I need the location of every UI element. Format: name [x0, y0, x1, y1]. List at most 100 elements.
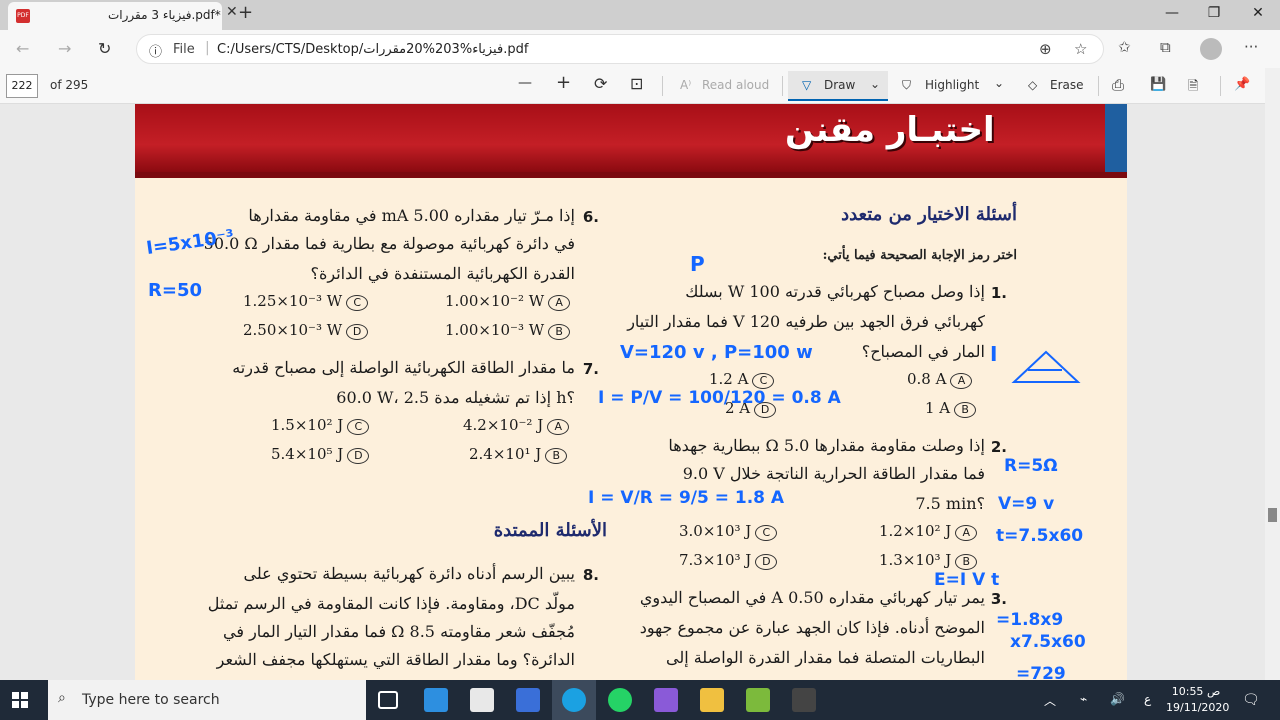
clock-time: 10:55 ص [1171, 685, 1221, 698]
refresh-button[interactable]: ↻ [98, 39, 111, 58]
q7-option-b: 2.4×10¹ JB [469, 445, 568, 464]
tab-close-icon[interactable]: ✕ [226, 4, 238, 20]
q2-number: 2. [990, 438, 1007, 456]
back-button[interactable]: ← [16, 39, 29, 58]
q7-option-c: 1.5×10² JC [271, 416, 370, 435]
edge-taskbar-button[interactable] [552, 680, 596, 720]
q7-option-d: 5.4×10⁵ JD [271, 445, 370, 464]
ink-note-q1-solution: I = P/V = 100/120 = 0.8 A [598, 388, 841, 408]
whatsapp-icon[interactable] [608, 688, 632, 712]
highlighter-icon[interactable]: ⛉ [902, 78, 911, 93]
close-window-button[interactable]: ✕ [1248, 5, 1268, 21]
language-indicator[interactable]: ع [1144, 692, 1151, 706]
q1-option-b: 1 AB [925, 399, 977, 418]
clock[interactable]: 10:55 ص 19/11/2020 [1166, 684, 1230, 716]
q2-option-a: 1.2×10² JA [879, 522, 978, 541]
favorite-star-icon[interactable]: ☆ [1074, 40, 1087, 58]
q2-option-b: 1.3×10³ JB [879, 551, 978, 570]
save-icon[interactable]: 💾 [1150, 77, 1166, 92]
new-tab-button[interactable]: + [238, 2, 253, 23]
mail-icon[interactable] [424, 688, 448, 712]
tab-title: فيزياء 3 مقررات.pdf* [108, 8, 221, 22]
section-heading-mc: أسئلة الاختيار من متعدد [841, 204, 1017, 225]
zoom-out-button[interactable]: — [518, 75, 532, 91]
address-bar-row: ← → ↻ ⓘ File | C:/Users/CTS/Desktop/فيزي… [0, 30, 1280, 68]
toolbar-divider [662, 76, 663, 96]
collections-icon[interactable]: ⧉ [1160, 38, 1171, 56]
toolbar-divider [782, 76, 783, 96]
q6-line1: إذا مـرّ تيار مقداره 5.00 mA في مقاومة م… [248, 206, 575, 225]
erase-button[interactable]: Erase [1050, 78, 1084, 92]
q6-option-c: 1.25×10⁻³ WC [243, 292, 369, 311]
read-aloud-button[interactable]: Read aloud [702, 78, 769, 92]
file-explorer-icon[interactable] [700, 688, 724, 712]
volume-icon[interactable]: 🔊 [1110, 692, 1125, 706]
vertical-scrollbar[interactable] [1265, 68, 1280, 680]
pin-icon[interactable]: 📌 [1234, 77, 1250, 92]
q1-line1: إذا وصل مصباح كهربائي قدرته 100 W بسلك [685, 282, 985, 301]
address-bar[interactable]: ⓘ File | C:/Users/CTS/Desktop/فيزياء%203… [136, 34, 1104, 64]
draw-button[interactable]: ▽ Draw ⌄ [788, 71, 888, 101]
q3-line3: البطاريات المتصلة فما مقدار القدرة الواص… [665, 648, 985, 667]
zoom-in-button[interactable]: + [556, 72, 571, 93]
q3-line2: الموضح أدناه. فإذا كان الجهد عبارة عن مج… [639, 618, 985, 637]
q2-line3: 7.5 min؟ [915, 494, 985, 513]
app-icon-dark[interactable] [792, 688, 816, 712]
taskbar: ⌕ Type here to search ︿ ⌁ 🔊 ع 10:55 ص 19… [0, 680, 1280, 720]
print-icon[interactable]: ⎙ [1112, 76, 1124, 94]
ink-note-r5: R=5Ω [1004, 456, 1058, 476]
pdf-viewer[interactable]: اختبـار مقنن أسئلة الاختيار من متعدد اخت… [0, 104, 1265, 680]
minimize-button[interactable]: — [1162, 5, 1182, 21]
ink-note-v9: V=9 v [998, 494, 1055, 514]
q1-line2: كهربائي فرق الجهد بين طرفيه 120 V فما مق… [627, 312, 985, 331]
scrollbar-thumb[interactable] [1268, 508, 1277, 522]
q1-number: 1. [990, 284, 1007, 302]
q2-option-d: 7.3×10³ JD [679, 551, 778, 570]
notifications-icon[interactable]: 🗨 [1242, 692, 1260, 708]
zoom-icon[interactable]: ⊕ [1039, 40, 1052, 58]
save-as-icon[interactable]: 🗎 [1188, 77, 1198, 99]
taskbar-search[interactable]: ⌕ Type here to search [48, 680, 366, 720]
q7-line1: ما مقدار الطاقة الكهربائية الواصلة إلى م… [232, 358, 575, 377]
site-info-icon[interactable]: ⓘ [149, 41, 162, 60]
chevron-down-icon[interactable]: ⌄ [870, 77, 880, 91]
forward-button[interactable]: → [58, 39, 71, 58]
q3-line1: يمر تيار كهربائي مقداره 0.50 A في المصبا… [639, 588, 985, 607]
q6-number: 6. [582, 208, 599, 226]
eraser-icon[interactable]: ◇ [1028, 78, 1037, 92]
q6-line2: 50.0 Ω في دائرة كهربائية موصولة مع بطاري… [203, 234, 575, 253]
rotate-icon[interactable]: ⟳ [594, 74, 607, 93]
ink-note-calc2: x7.5x60 [1010, 632, 1086, 652]
favorites-icon[interactable]: ✩ [1118, 38, 1131, 56]
app-icon-green[interactable] [746, 688, 770, 712]
ink-note-i: I [990, 342, 998, 366]
app-icon[interactable] [654, 688, 678, 712]
page-number-input[interactable]: 222 [6, 74, 38, 98]
ink-note-calc1: =1.8x9 [996, 610, 1064, 630]
maximize-button[interactable]: ❐ [1204, 5, 1224, 21]
task-view-icon[interactable] [378, 691, 398, 709]
profile-avatar-icon[interactable] [1200, 38, 1222, 60]
store-icon[interactable] [470, 688, 494, 712]
outlook-icon[interactable] [516, 688, 540, 712]
highlight-button[interactable]: Highlight [925, 78, 979, 92]
windows-start-icon[interactable] [12, 692, 28, 708]
toolbar-divider [1220, 76, 1221, 96]
url-text[interactable]: C:/Users/CTS/Desktop/فيزياء%203%20مقررات… [217, 42, 528, 57]
read-aloud-icon[interactable]: A⁾ [680, 78, 691, 92]
q6-option-d: 2.50×10⁻³ WD [243, 321, 369, 340]
fit-page-icon[interactable]: ⊡ [630, 74, 643, 93]
more-options-icon[interactable]: ··· [1244, 38, 1258, 56]
clock-date: 19/11/2020 [1166, 701, 1230, 714]
q7-line2: 60.0 W، إذا تم تشغيله مدة 2.5 h؟ [336, 388, 575, 407]
q6-option-a: 1.00×10⁻² WA [445, 292, 571, 311]
network-icon[interactable]: ⌁ [1080, 692, 1087, 706]
chevron-down-icon[interactable]: ⌄ [994, 76, 1004, 90]
tab-pdf[interactable]: PDF فيزياء 3 مقررات.pdf* [8, 2, 222, 30]
q1-option-c: 1.2 AC [709, 370, 775, 389]
draw-pen-icon: ▽ [802, 78, 812, 92]
section-heading-extended: الأسئلة الممتدة [493, 520, 607, 541]
q1-line3: المار في المصباح؟ [861, 342, 985, 361]
search-placeholder: Type here to search [82, 692, 220, 708]
tray-chevron-icon[interactable]: ︿ [1044, 692, 1056, 709]
